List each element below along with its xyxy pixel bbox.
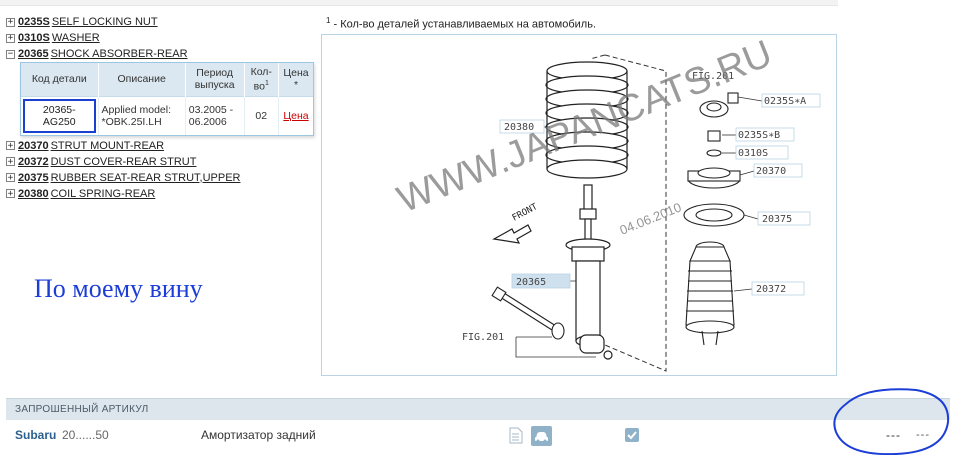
tree-item-name[interactable]: STRUT MOUNT-REAR (51, 138, 164, 154)
cell-code: 20365-AG250 (21, 95, 99, 135)
col-header-price: Цена * (278, 63, 313, 96)
tree-item-name[interactable]: DUST COVER-REAR STRUT (51, 154, 197, 170)
label-seat: 20375 (762, 214, 792, 225)
exploded-view-drawing: FRONT 20380 20365 FIG.201 FIG.201 0235S∗… (392, 35, 821, 372)
tree-item-0310s[interactable]: + 0310S WASHER (6, 30, 318, 46)
document-icon[interactable] (509, 427, 523, 444)
tree-item-code[interactable]: 20370 (18, 138, 49, 154)
expand-icon[interactable]: + (6, 33, 15, 43)
tree-item-name[interactable]: COIL SPRING-REAR (51, 186, 156, 202)
expand-icon[interactable]: + (6, 157, 15, 166)
upper-mount-drawing (683, 92, 745, 227)
car-icon (535, 432, 548, 443)
check-icon (627, 431, 637, 440)
tree-item-20365[interactable]: − 20365 SHOCK ABSORBER-REAR (6, 46, 318, 62)
car-button[interactable] (531, 426, 552, 446)
result-value-2: --- (916, 429, 930, 441)
shock-absorber-drawing (565, 184, 613, 360)
expand-icon[interactable]: + (6, 141, 15, 150)
qty-header-sup: 1 (264, 80, 269, 87)
tree-item-0235s[interactable]: + 0235S SELF LOCKING NUT (6, 14, 318, 30)
part-description: Амортизатор задний (201, 428, 316, 442)
col-header-period: Период выпуска (185, 63, 245, 96)
table-row: 20365-AG250 Applied model: *OBK.25I.LH 0… (21, 95, 313, 135)
tree-item-20375[interactable]: + 20375 RUBBER SEAT-REAR STRUT,UPPER (6, 170, 318, 186)
label-nut-a: 0235S∗A (764, 96, 806, 107)
tree-item-code[interactable]: 0235S (18, 14, 50, 30)
tree-item-20370[interactable]: + 20370 STRUT MOUNT-REAR (6, 138, 318, 154)
part-code-highlight[interactable]: 20365-AG250 (23, 98, 96, 133)
table-row[interactable]: Subaru 20......50 Амортизатор задний ---… (6, 421, 950, 451)
tree-item-code[interactable]: 20372 (18, 154, 49, 170)
tree-item-name[interactable]: SELF LOCKING NUT (52, 14, 158, 30)
label-fig-bottom: FIG.201 (462, 332, 504, 343)
col-header-code: Код детали (21, 63, 99, 96)
front-label: FRONT (511, 202, 540, 224)
price-link[interactable]: Цена (283, 110, 308, 122)
part-detail-table: Код детали Описание Период выпуска Кол-в… (20, 62, 314, 136)
expand-icon[interactable]: + (6, 173, 15, 182)
select-checkbox[interactable] (625, 428, 639, 442)
section-gap (0, 382, 960, 398)
parts-diagram: FRONT 20380 20365 FIG.201 FIG.201 0235S∗… (321, 34, 837, 376)
cell-desc: Applied model: *OBK.25I.LH (98, 95, 186, 135)
tree-item-code[interactable]: 0310S (18, 30, 50, 46)
label-dust: 20372 (756, 284, 786, 295)
cell-period: 03.2005 - 06.2006 (185, 95, 245, 135)
cell-qty: 02 (244, 95, 280, 135)
tree-item-code[interactable]: 20380 (18, 186, 49, 202)
label-shock: 20365 (516, 277, 546, 288)
qty-footnote: 1 - Кол-во деталей устанавливаемых на ав… (326, 16, 596, 31)
collapse-icon[interactable]: − (6, 49, 15, 59)
results-header-title: ЗАПРОШЕННЫЙ АРТИКУЛ (15, 404, 149, 415)
front-arrow-icon (492, 224, 532, 244)
results-header: ЗАПРОШЕННЫЙ АРТИКУЛ (6, 398, 950, 420)
parts-tree: + 0235S SELF LOCKING NUT + 0310S WASHER … (6, 14, 318, 202)
col-header-desc: Описание (98, 63, 186, 96)
label-nut-b: 0235S∗B (738, 130, 780, 141)
result-value-1: --- (886, 428, 901, 442)
catalog-panel: + 0235S SELF LOCKING NUT + 0310S WASHER … (0, 0, 838, 382)
date-stamp: 04.06.2010 (618, 199, 684, 237)
tree-item-20372[interactable]: + 20372 DUST COVER-REAR STRUT (6, 154, 318, 170)
article-number: 20......50 (62, 428, 109, 442)
tree-item-name[interactable]: SHOCK ABSORBER-REAR (51, 46, 188, 62)
col-header-qty: Кол-во1 (244, 63, 280, 96)
top-strip (0, 0, 838, 6)
bottom-margin (0, 455, 960, 462)
tree-item-code[interactable]: 20365 (18, 46, 49, 62)
brand-name[interactable]: Subaru (15, 428, 56, 442)
label-washer: 0310S (738, 148, 768, 159)
expand-icon[interactable]: + (6, 17, 15, 27)
footnote-text: - Кол-во деталей устанавливаемых на авто… (330, 18, 597, 31)
tree-item-code[interactable]: 20375 (18, 170, 49, 186)
expand-icon[interactable]: + (6, 189, 15, 198)
tree-item-name[interactable]: WASHER (52, 30, 100, 46)
right-margin (838, 0, 960, 382)
detail-table: Код детали Описание Период выпуска Кол-в… (21, 63, 313, 135)
cell-price: Цена (278, 95, 313, 135)
tree-item-20380[interactable]: + 20380 COIL SPRING-REAR (6, 186, 318, 202)
dust-cover-drawing (685, 241, 735, 346)
label-mount: 20370 (756, 166, 786, 177)
handwritten-note: По моему вину (34, 274, 203, 303)
tree-item-name[interactable]: RUBBER SEAT-REAR STRUT,UPPER (51, 170, 241, 186)
